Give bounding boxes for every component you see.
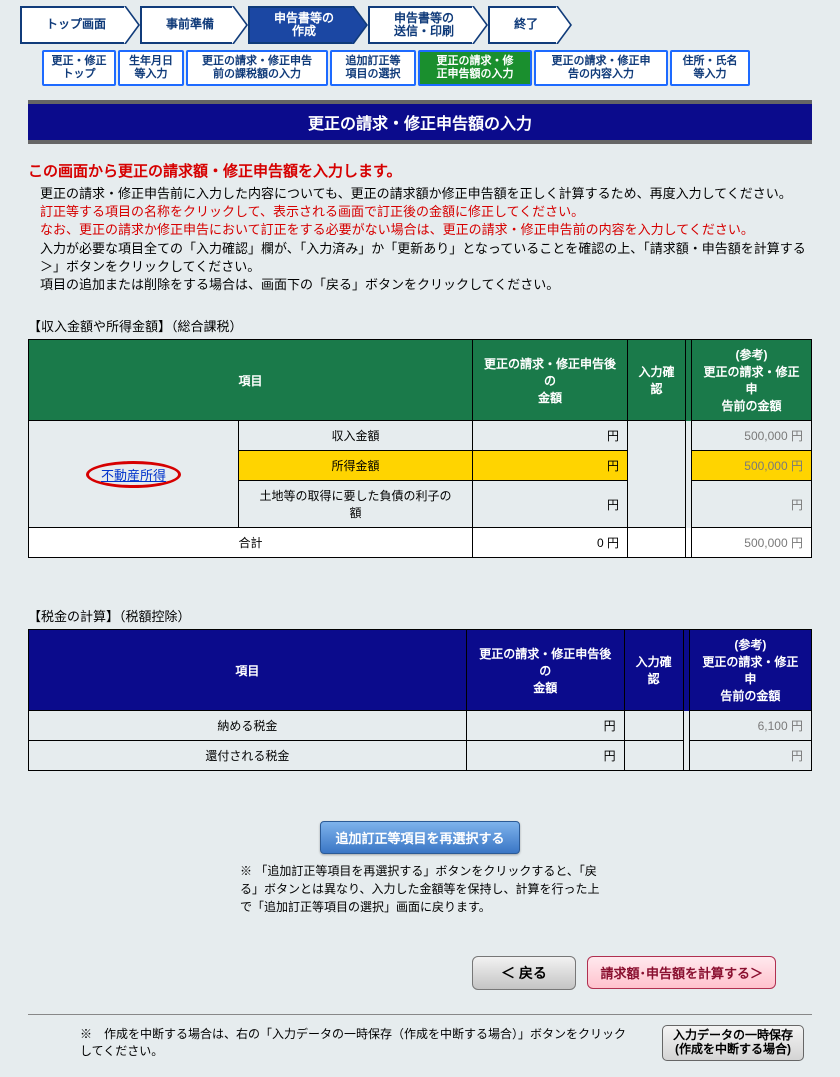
- save-note: ※ 作成を中断する場合は、右の「入力データの一時保存（作成を中断する場合）」ボタ…: [80, 1026, 632, 1060]
- reselect-note: ※ 「追加訂正等項目を再選択する」ボタンをクリックすると、「戻る」ボタンとは異な…: [240, 862, 600, 916]
- row-label: 収入金額: [239, 421, 473, 451]
- th-confirm: 入力確認: [624, 630, 683, 711]
- intro-p3: なお、更正の請求か修正申告において訂正をする必要がない場合は、更正の請求・修正申…: [40, 221, 812, 239]
- row-label: 所得金額: [239, 451, 473, 481]
- th-confirm: 入力確認: [628, 340, 686, 421]
- intro-p5: 項目の追加または削除をする場合は、画面下の「戻る」ボタンをクリックしてください。: [40, 276, 812, 294]
- total-after: 0 円: [473, 528, 628, 558]
- th-item: 項目: [29, 340, 473, 421]
- row-after: 円: [466, 741, 624, 771]
- sub-step-3[interactable]: 更正の請求・修正申告 前の課税額の入力: [186, 50, 328, 86]
- real-estate-income-link[interactable]: 不動産所得: [86, 461, 181, 488]
- reselect-items-button[interactable]: 追加訂正等項目を再選択する: [320, 821, 519, 854]
- back-button[interactable]: ＜ 戻る: [472, 956, 576, 990]
- row-ref: 6,100 円: [689, 711, 811, 741]
- save-draft-button[interactable]: 入力データの一時保存 (作成を中断する場合): [662, 1025, 804, 1061]
- th-item: 項目: [29, 630, 467, 711]
- sub-step-2[interactable]: 生年月日 等入力: [118, 50, 184, 86]
- item-group-cell: 不動産所得: [29, 421, 239, 528]
- section2-label: 【税金の計算】（税額控除）: [28, 606, 812, 625]
- intro-heading: この画面から更正の請求額・修正申告額を入力します。: [28, 160, 812, 181]
- total-label: 合計: [29, 528, 473, 558]
- sub-step-6[interactable]: 更正の請求・修正申 告の内容入力: [534, 50, 668, 86]
- section1-label: 【収入金額や所得金額】（総合課税）: [28, 316, 812, 335]
- intro-p4: 入力が必要な項目全ての「入力確認」欄が、「入力済み」か「更新あり」となっているこ…: [40, 240, 812, 276]
- th-after: 更正の請求・修正申告後の 金額: [466, 630, 624, 711]
- top-step-5[interactable]: 終了: [488, 6, 558, 44]
- sub-step-4[interactable]: 追加訂正等 項目の選択: [330, 50, 416, 86]
- row-ref: 500,000 円: [692, 451, 812, 481]
- sub-step-5[interactable]: 更正の請求・修 正申告額の入力: [418, 50, 532, 86]
- calculate-button[interactable]: 請求額･申告額を計算する＞: [587, 956, 776, 989]
- th-ref: (参考) 更正の請求・修正申 告前の金額: [689, 630, 811, 711]
- top-step-4[interactable]: 申告書等の 送信・印刷: [368, 6, 474, 44]
- confirm-cell: [624, 711, 683, 741]
- total-confirm: [628, 528, 686, 558]
- row-label: 還付される税金: [29, 741, 467, 771]
- intro-p2: 訂正等する項目の名称をクリックして、表示される画面で訂正後の金額に修正してくださ…: [40, 203, 812, 221]
- income-table: 項目 更正の請求・修正申告後の 金額 入力確認 (参考) 更正の請求・修正申 告…: [28, 339, 812, 558]
- sub-progress-nav: 更正・修正 トップ 生年月日 等入力 更正の請求・修正申告 前の課税額の入力 追…: [0, 50, 840, 92]
- row-ref: 円: [689, 741, 811, 771]
- confirm-cell: [624, 741, 683, 771]
- sub-step-1[interactable]: 更正・修正 トップ: [42, 50, 116, 86]
- row-ref: 円: [692, 481, 812, 528]
- intro-p1: 更正の請求・修正申告前に入力した内容についても、更正の請求額か修正申告額を正しく…: [40, 185, 812, 203]
- top-progress-nav: トップ画面 事前準備 申告書等の 作成 申告書等の 送信・印刷 終了: [0, 0, 840, 50]
- confirm-cell: [628, 421, 686, 528]
- row-label: 納める税金: [29, 711, 467, 741]
- sub-step-7[interactable]: 住所・氏名 等入力: [670, 50, 750, 86]
- top-step-3[interactable]: 申告書等の 作成: [248, 6, 354, 44]
- tax-table: 項目 更正の請求・修正申告後の 金額 入力確認 (参考) 更正の請求・修正申 告…: [28, 629, 812, 771]
- th-after: 更正の請求・修正申告後の 金額: [473, 340, 628, 421]
- row-after: 円: [466, 711, 624, 741]
- total-ref: 500,000 円: [692, 528, 812, 558]
- row-after: 円: [473, 451, 628, 481]
- row-label: 土地等の取得に要した負債の利子の 額: [239, 481, 473, 528]
- top-step-1[interactable]: トップ画面: [20, 6, 126, 44]
- row-ref: 500,000 円: [692, 421, 812, 451]
- row-after: 円: [473, 481, 628, 528]
- page-title: 更正の請求・修正申告額の入力: [28, 100, 812, 144]
- row-after: 円: [473, 421, 628, 451]
- th-ref: (参考) 更正の請求・修正申 告前の金額: [692, 340, 812, 421]
- top-step-2[interactable]: 事前準備: [140, 6, 234, 44]
